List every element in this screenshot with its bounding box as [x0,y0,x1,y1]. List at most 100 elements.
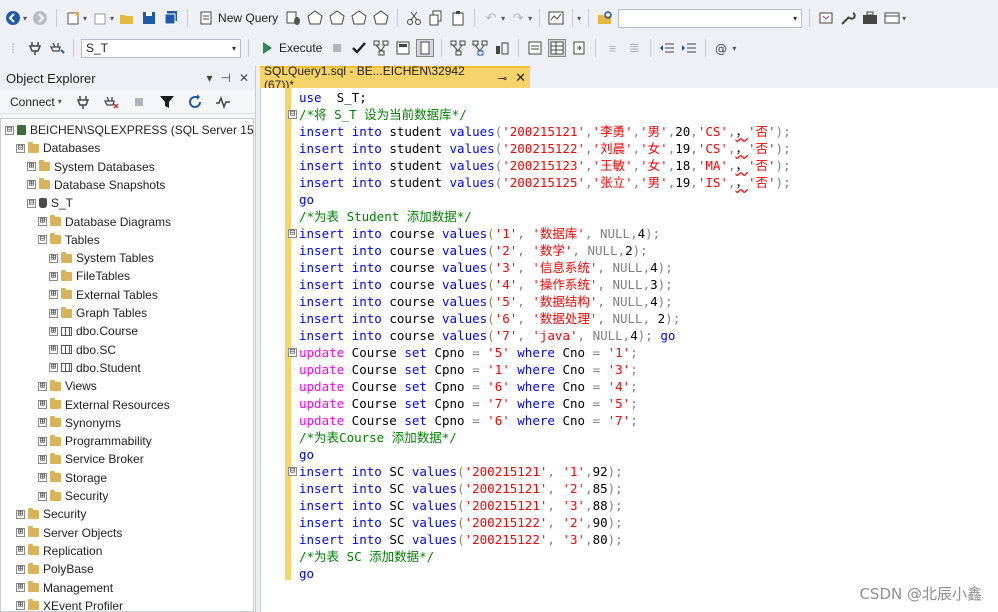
tree-node[interactable]: ⊞ Synonyms [38,414,121,432]
query-editor[interactable]: use S_T; ⊟/*将 S_T 设为当前数据库*/insert into st… [260,88,998,612]
tree-node[interactable]: ⊞ Service Broker [38,450,144,468]
back-dropdown-icon[interactable]: ▾ [23,14,27,23]
include-actual-plan-icon[interactable] [449,39,467,57]
expand-icon[interactable]: ⊞ [38,217,47,226]
fold-toggle-icon[interactable]: ⊟ [288,348,297,357]
open-file-icon[interactable] [118,9,136,27]
stop-icon[interactable] [130,93,148,111]
execute-button[interactable]: Execute [256,39,324,57]
database-engine-query-icon[interactable] [284,9,302,27]
save-all-icon[interactable] [162,9,180,27]
expand-icon[interactable]: ⊞ [16,583,25,592]
collapse-icon[interactable]: ⊟ [16,143,25,153]
filter-icon[interactable] [158,93,176,111]
expand-icon[interactable]: ⊞ [38,418,47,428]
expand-icon[interactable]: ⊞ [38,491,47,501]
close-icon[interactable]: ✕ [239,71,249,85]
expand-icon[interactable]: ⊞ [38,436,47,446]
tree-node[interactable]: ⊞ System Tables [49,249,154,267]
tree-node[interactable]: ⊞ Views [38,377,97,395]
solution-explorer-icon[interactable] [817,9,835,27]
fold-toggle-icon[interactable]: ⊟ [288,110,297,119]
new-project-dropdown-icon[interactable]: ▾ [83,14,87,23]
toolbar-overflow-icon[interactable]: ▾ [732,44,736,53]
tree-node[interactable]: ⊞ Storage [38,469,107,487]
paste-icon[interactable] [449,9,467,27]
cancel-query-icon[interactable] [328,39,346,57]
new-project-icon[interactable] [64,9,82,27]
available-databases-dropdown-icon[interactable]: ▾ [232,44,236,53]
display-estimated-plan-icon[interactable] [372,39,390,57]
refresh-icon[interactable] [186,93,204,111]
tree-node[interactable]: ⊞ System Databases [27,158,155,176]
decrease-indent-icon[interactable] [658,39,676,57]
tab-sqlquery1[interactable]: SQLQuery1.sql - BE...EICHEN\32942 (67))*… [260,64,530,92]
disconnect-icon[interactable] [102,93,120,111]
expand-icon[interactable]: ⊞ [27,180,36,190]
change-connection-icon[interactable] [48,39,66,57]
expand-icon[interactable]: ⊞ [16,601,25,611]
add-item-icon[interactable] [91,9,109,27]
search-combo-dropdown-icon[interactable]: ▾ [793,14,797,23]
expand-icon[interactable]: ⊞ [49,253,58,263]
tree-node[interactable]: ⊞ External Resources [38,396,170,414]
tree-node[interactable]: ⊞ Server Objects [16,524,122,542]
cut-icon[interactable] [405,9,423,27]
specify-template-values-icon[interactable]: @ [713,39,731,57]
client-statistics-icon[interactable] [493,39,511,57]
tree-node[interactable]: ⊟ BEICHEN\SQLEXPRESS (SQL Server 15.0.20 [5,121,253,139]
tree-node[interactable]: ⊞ FileTables [49,267,130,285]
fold-toggle-icon[interactable]: ⊟ [288,229,297,238]
undo-icon[interactable]: ↶ [482,9,500,27]
expand-icon[interactable]: ⊞ [16,564,25,574]
expand-icon[interactable]: ⊞ [49,308,58,318]
expand-icon[interactable]: ⊞ [49,271,58,281]
tree-node[interactable]: ⊞ dbo.SC [49,341,116,359]
save-icon[interactable] [140,9,158,27]
close-tab-icon[interactable]: ✕ [515,70,526,86]
fold-toggle-icon[interactable]: ⊟ [288,467,297,476]
tree-node[interactable]: ⊞ PolyBase [16,560,94,578]
forward-icon[interactable] [31,9,49,27]
search-combo[interactable]: ▾ [618,8,803,28]
window-layout-dropdown-icon[interactable]: ▾ [902,14,906,23]
expand-icon[interactable]: ⊞ [27,162,36,172]
window-layout-icon[interactable] [883,9,901,27]
panel-menu-dropdown-icon[interactable]: ▾ [206,71,212,85]
xmla-query-icon[interactable] [350,9,368,27]
tree-node[interactable]: ⊞ Database Snapshots [27,176,165,194]
redo-dropdown-icon[interactable]: ▾ [528,14,532,23]
comment-lines-icon[interactable]: ≡ [603,39,621,57]
properties-wrench-icon[interactable] [839,9,857,27]
tree-node[interactable]: ⊞ Management [16,579,113,597]
expand-icon[interactable]: ⊞ [16,546,25,556]
tree-node[interactable]: ⊞ XEvent Profiler [16,597,123,611]
parse-checkmark-icon[interactable] [350,39,368,57]
query-options-icon[interactable] [394,39,412,57]
results-to-text-icon[interactable] [526,39,544,57]
expand-icon[interactable]: ⊞ [49,363,58,373]
connect-plug-icon[interactable] [26,39,44,57]
expand-icon[interactable]: ⊞ [38,381,47,391]
expand-icon[interactable]: ⊞ [38,473,47,483]
toolbox-icon[interactable] [861,9,879,27]
results-to-grid-icon[interactable] [548,39,567,57]
back-icon[interactable] [4,9,22,27]
expand-icon[interactable]: ⊞ [49,290,58,300]
tree-node[interactable]: ⊞ Database Diagrams [38,213,171,231]
copy-icon[interactable] [427,9,445,27]
tree-node[interactable]: ⊞ Security [16,505,86,523]
tree-node[interactable]: ⊟ Tables [38,231,100,249]
expand-icon[interactable]: ⊞ [38,454,47,464]
solution-config-dropdown-icon[interactable]: ▾ [577,14,581,23]
pin-tab-icon[interactable]: ⊸ [498,72,507,85]
tree-node[interactable]: ⊞ dbo.Course [49,322,138,340]
tree-node[interactable]: ⊞ External Tables [49,286,158,304]
new-query-button[interactable]: New Query [195,9,280,27]
collapse-icon[interactable]: ⊟ [38,235,47,245]
tree-node[interactable]: ⊞ Security [38,487,108,505]
intellisense-enabled-icon[interactable] [416,39,435,57]
connect-plug-icon[interactable] [74,93,92,111]
expand-icon[interactable]: ⊞ [16,509,25,519]
tree-node[interactable]: ⊟ Databases [16,139,100,157]
